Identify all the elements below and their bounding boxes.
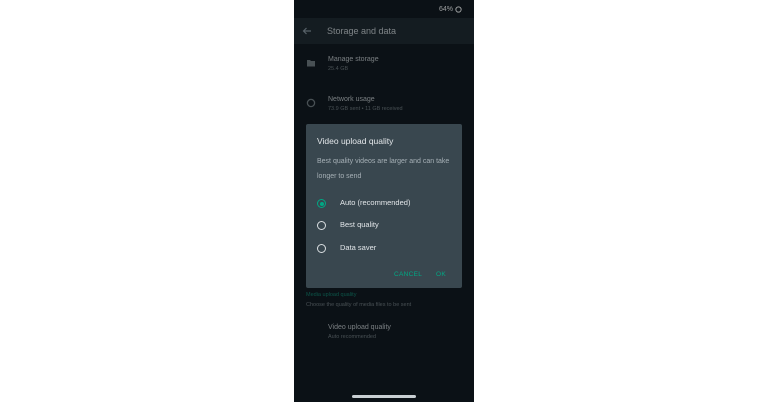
gesture-nav-bar[interactable]: [352, 395, 416, 398]
radio-unselected-icon[interactable]: [317, 221, 326, 230]
radio-selected-icon[interactable]: [317, 199, 326, 208]
option-data-saver[interactable]: Data saver: [317, 243, 457, 257]
dialog-title: Video upload quality: [317, 136, 394, 146]
option-best-quality[interactable]: Best quality: [317, 220, 457, 234]
ok-button[interactable]: OK: [436, 271, 446, 278]
option-label: Auto (recommended): [340, 198, 411, 207]
cancel-button[interactable]: CANCEL: [394, 271, 422, 278]
dialog-message: Best quality videos are larger and can t…: [317, 158, 450, 180]
phone-screen: 64% Storage and data Manage storage 25.4…: [294, 0, 474, 402]
option-auto[interactable]: Auto (recommended): [317, 198, 457, 212]
radio-unselected-icon[interactable]: [317, 244, 326, 253]
option-label: Data saver: [340, 243, 377, 252]
video-quality-dialog: Video upload quality Best quality videos…: [306, 124, 462, 288]
option-label: Best quality: [340, 220, 379, 229]
